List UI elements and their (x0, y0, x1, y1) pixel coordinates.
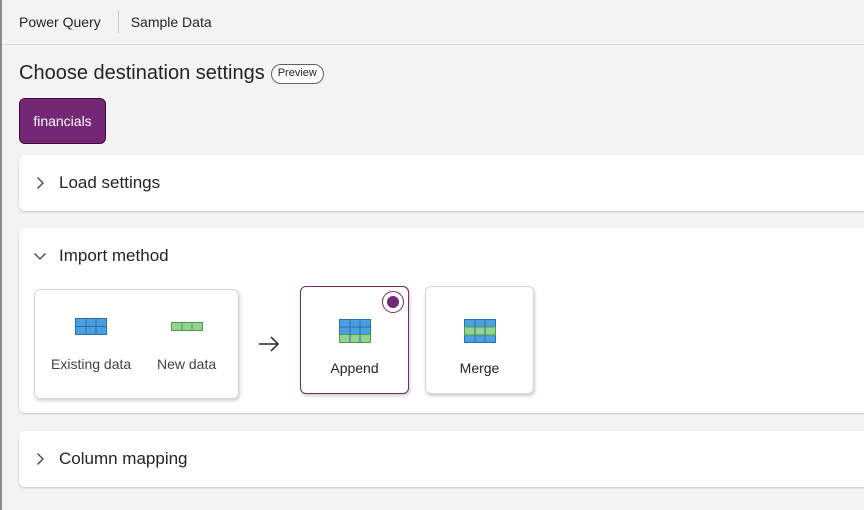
column-mapping-header[interactable]: Column mapping (33, 449, 188, 469)
load-settings-header[interactable]: Load settings (33, 173, 160, 193)
existing-data-label: Existing data (51, 356, 132, 372)
chevron-right-icon (33, 452, 47, 466)
merge-option[interactable]: Merge (425, 286, 534, 394)
new-data-label: New data (157, 356, 217, 372)
new-data-item: New data (157, 318, 216, 372)
page-title-text: Choose destination settings (19, 62, 265, 84)
load-settings-label: Load settings (59, 173, 161, 192)
source-combo-card: Existing data New data (34, 289, 239, 399)
top-bar: Power Query Sample Data (2, 0, 864, 45)
preview-badge: Preview (270, 63, 324, 84)
column-mapping-label: Column mapping (59, 449, 188, 468)
column-mapping-section: Column mapping (19, 431, 864, 487)
import-method-label: Import method (59, 246, 169, 265)
query-tab-financials[interactable]: financials (19, 98, 106, 144)
import-method-section: Import method Existing data New data App… (19, 228, 864, 413)
append-radio[interactable] (382, 291, 404, 313)
merge-label: Merge (459, 360, 500, 376)
append-option[interactable]: Append (300, 286, 409, 394)
append-table-icon (338, 319, 371, 348)
import-method-header[interactable]: Import method (33, 246, 169, 266)
existing-data-item: Existing data (51, 318, 131, 372)
chevron-down-icon (33, 249, 47, 263)
page-title: Choose destination settings Preview (19, 62, 324, 85)
new-table-icon (170, 318, 203, 338)
breadcrumb-app[interactable]: Power Query (2, 14, 118, 30)
append-label: Append (330, 360, 379, 376)
existing-table-icon (75, 318, 108, 338)
load-settings-section: Load settings (19, 155, 864, 211)
merge-table-icon (463, 319, 496, 348)
radio-selected-dot (387, 296, 399, 308)
chevron-right-icon (33, 176, 47, 190)
arrow-right-icon (257, 332, 281, 356)
breadcrumb-item[interactable]: Sample Data (119, 14, 212, 30)
